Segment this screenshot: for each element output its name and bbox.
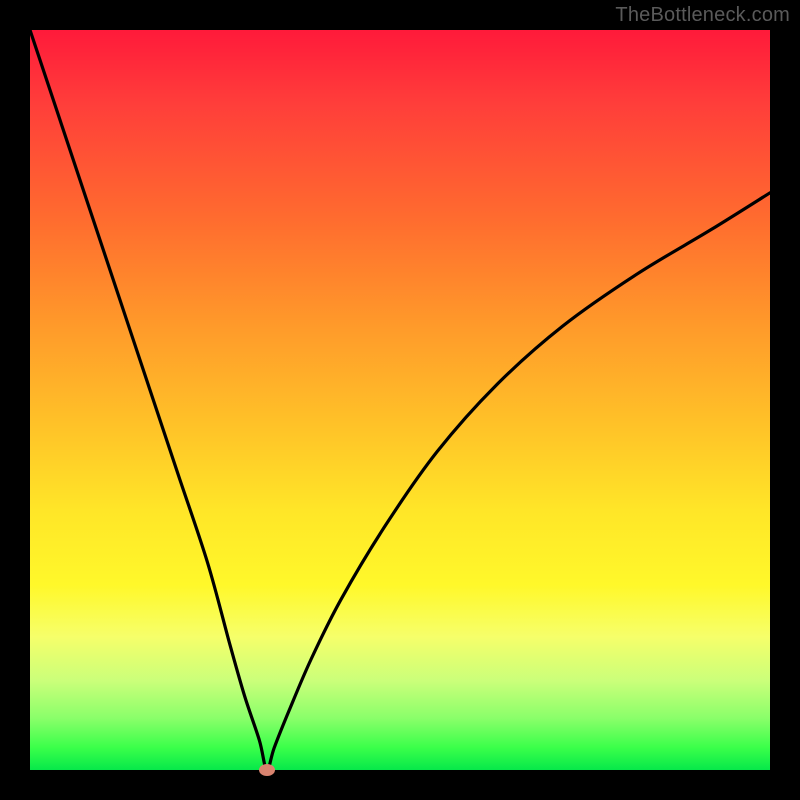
bottleneck-curve [30,30,770,770]
chart-frame: TheBottleneck.com [0,0,800,800]
watermark-text: TheBottleneck.com [615,4,790,27]
plot-area [30,30,770,770]
min-marker [259,764,275,776]
